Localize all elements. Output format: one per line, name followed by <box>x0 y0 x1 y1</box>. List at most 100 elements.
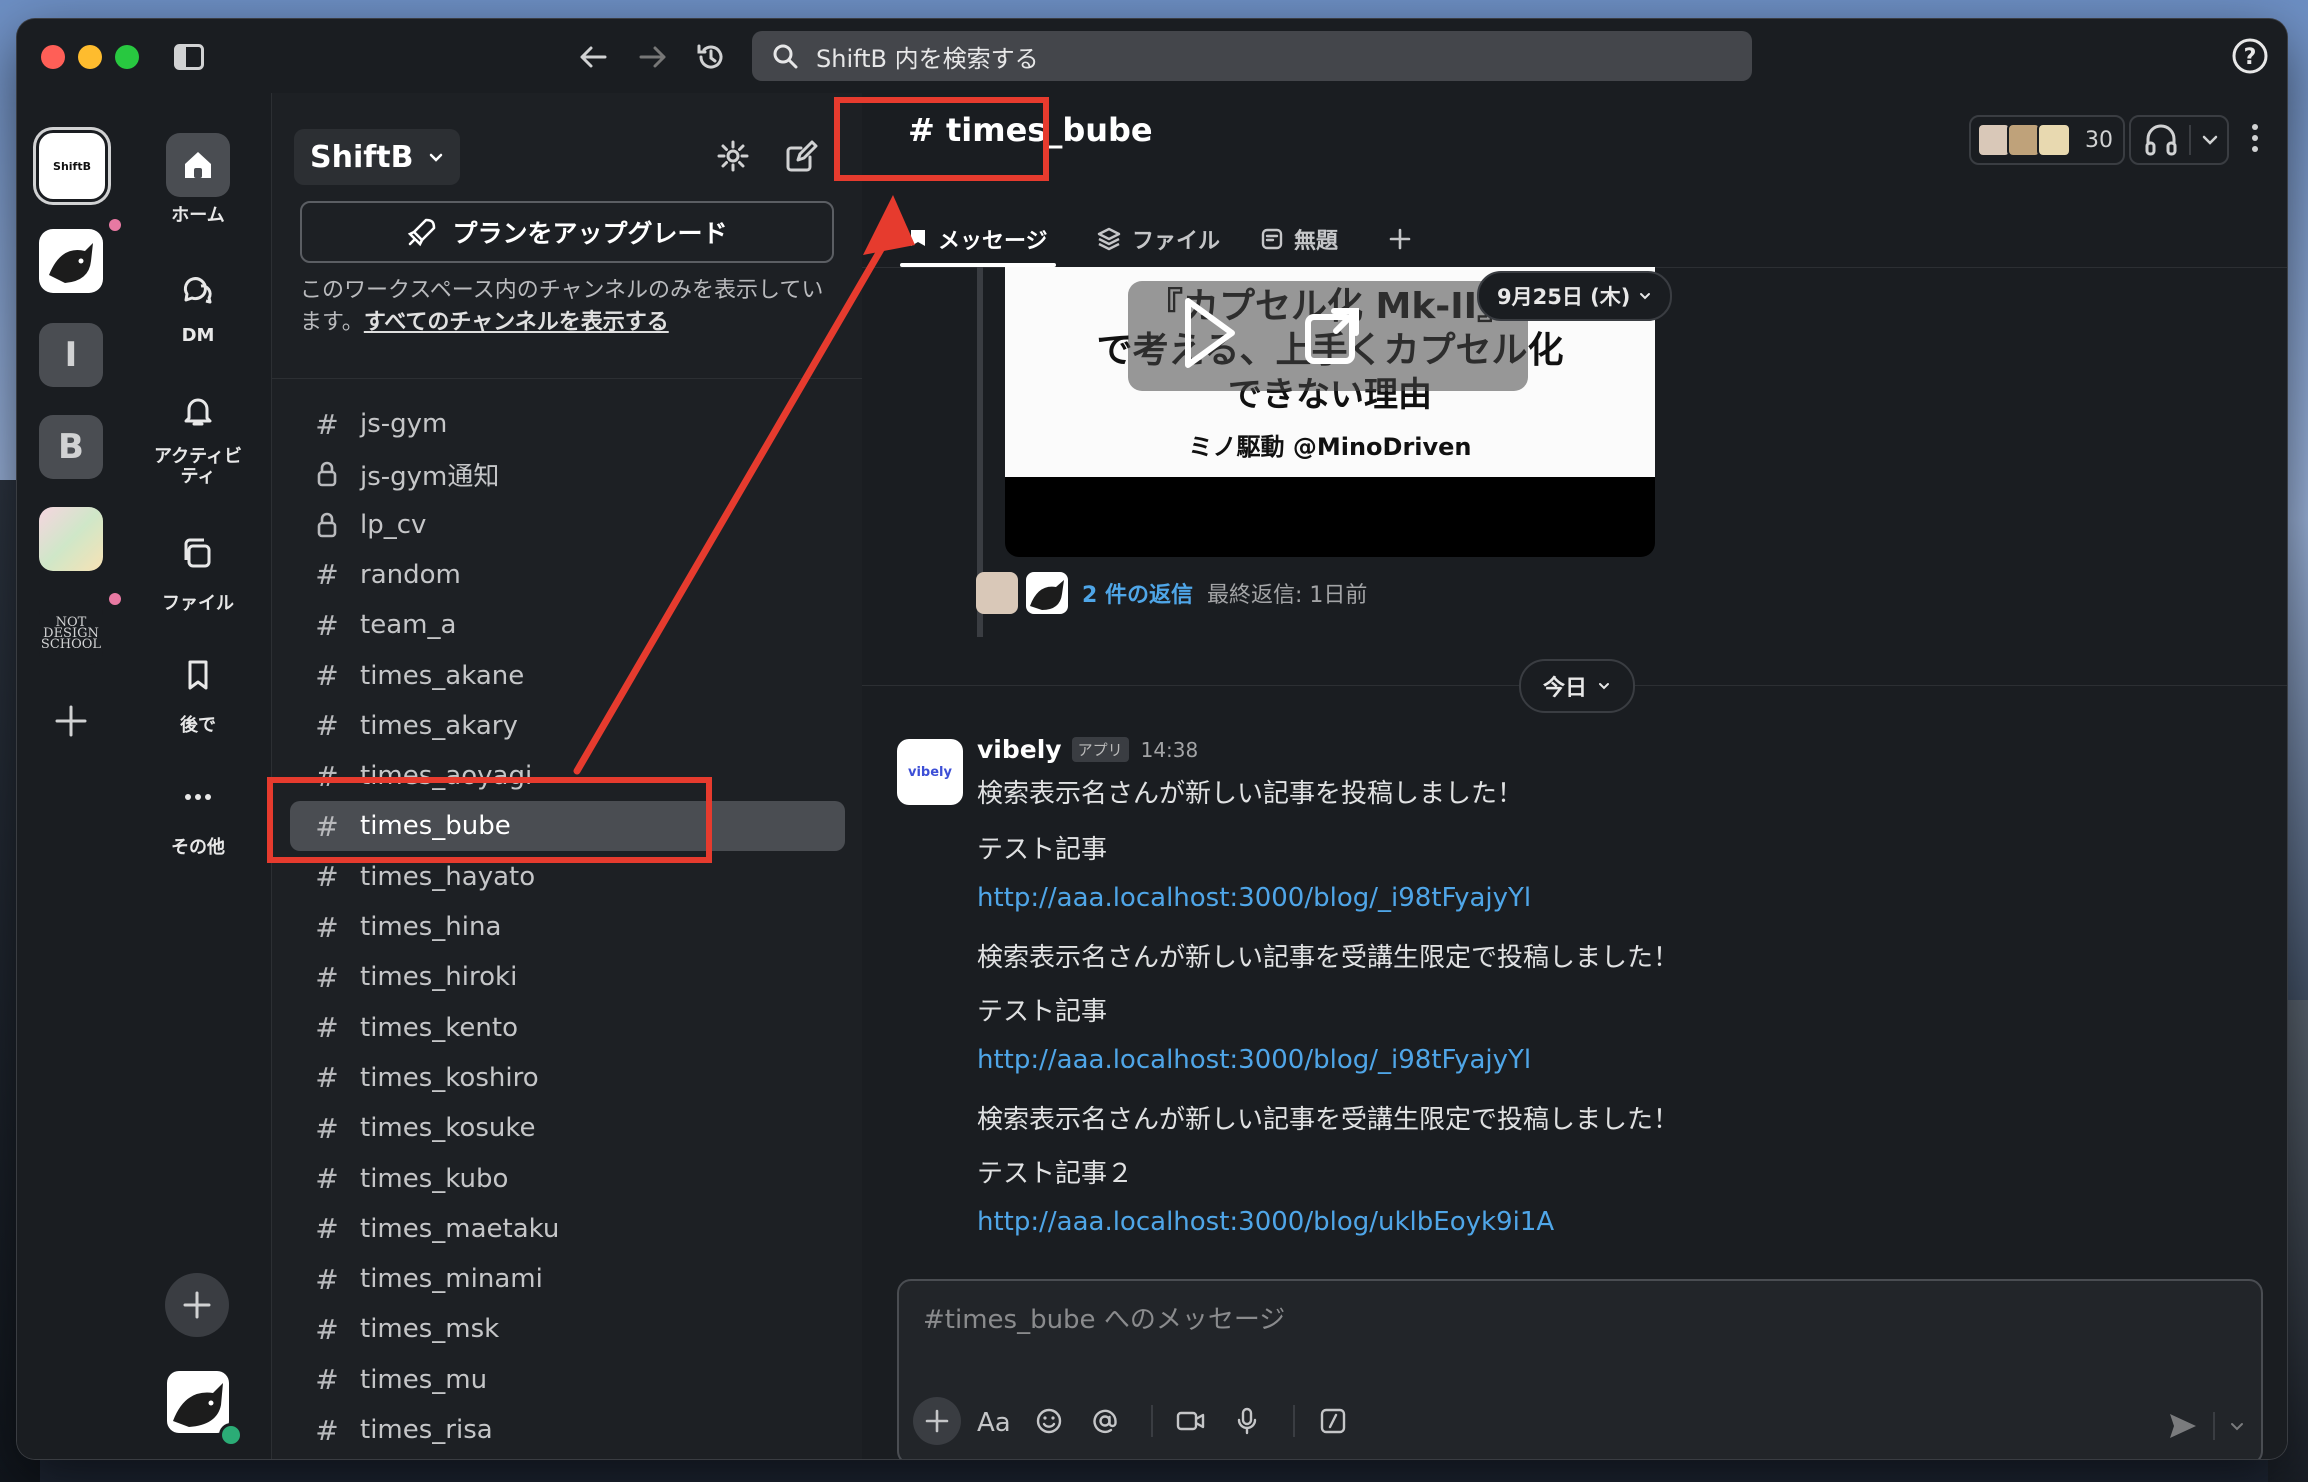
create-new-button[interactable] <box>165 1273 229 1337</box>
forward-arrow-icon[interactable] <box>631 35 675 79</box>
message-time[interactable]: 14:38 <box>1141 738 1199 762</box>
play-icon <box>1185 298 1359 368</box>
channel-more-kebab-icon[interactable] <box>2235 115 2275 161</box>
workspace-not-design-school[interactable]: NOT DESIGN SCHOOL <box>39 601 103 665</box>
close-window-button[interactable] <box>41 45 65 69</box>
tab-canvas-label: 無題 <box>1294 229 1339 254</box>
files-icon <box>166 521 230 585</box>
settings-gear-icon[interactable] <box>710 133 756 179</box>
nav-later[interactable]: 後で <box>125 643 271 737</box>
workspace-shiftb[interactable]: ShiftB <box>39 133 105 199</box>
headphones-icon <box>2145 124 2177 156</box>
sidebar-channel-item[interactable]: # times_akane <box>290 651 845 701</box>
bell-icon <box>166 379 230 443</box>
video-clip-icon[interactable] <box>1167 1397 1215 1445</box>
sidebar-channel-item[interactable]: # times_akary <box>290 701 845 751</box>
hash-icon: # <box>315 860 339 894</box>
tab-files[interactable]: ファイル <box>1096 211 1220 267</box>
video-play-overlay[interactable] <box>1128 281 1528 391</box>
tab-messages[interactable]: メッセージ <box>900 211 1056 267</box>
svg-text:Aa: Aa <box>977 1408 1011 1435</box>
workspace-b[interactable]: B <box>39 415 103 479</box>
sidebar-toggle-icon[interactable] <box>167 35 211 79</box>
channel-name: times_hina <box>360 912 502 942</box>
workspace-cat-avatar[interactable] <box>39 229 103 293</box>
search-icon <box>772 41 802 71</box>
nav-dm[interactable]: DM <box>125 257 271 346</box>
hash-icon: # <box>315 1413 339 1447</box>
channel-name: times_mu <box>360 1364 488 1395</box>
message-author[interactable]: vibely <box>977 735 1062 764</box>
sidebar-channel-item[interactable]: # js-gym <box>290 399 845 449</box>
sidebar-channel-item[interactable]: js-gym通知 <box>290 449 845 499</box>
member-list-button[interactable]: 30 <box>1969 115 2125 165</box>
workspace-i[interactable]: I <box>39 323 103 387</box>
channel-name: times_risa <box>360 1415 493 1445</box>
sidebar-channel-item[interactable]: # times_kento <box>290 1003 845 1053</box>
reply-count-link[interactable]: 2 件の返信 <box>1082 577 1193 609</box>
nav-files[interactable]: ファイル <box>125 521 271 615</box>
sidebar-channel-item[interactable]: # times_kosuke <box>290 1103 845 1153</box>
minimize-window-button[interactable] <box>78 45 102 69</box>
nav-activity-label: アクティビティ <box>153 446 243 487</box>
back-arrow-icon[interactable] <box>571 35 615 79</box>
sidebar-channel-item[interactable]: # times_hina <box>290 902 845 952</box>
nav-activity[interactable]: アクティビティ <box>125 379 271 487</box>
sidebar-channel-item[interactable]: # times_koshiro <box>290 1053 845 1103</box>
compose-icon[interactable] <box>778 133 824 179</box>
help-icon[interactable]: ? <box>2231 37 2269 75</box>
sidebar-channel-item[interactable]: # times_risa <box>290 1405 845 1455</box>
message-composer[interactable]: #times_bube へのメッセージ Aa <box>897 1279 2263 1459</box>
title-bar: ShiftB 内を検索する ? <box>17 19 2287 93</box>
sidebar-channel-item[interactable]: # times_msk <box>290 1304 845 1354</box>
sidebar-channel-item[interactable]: # times_hiroki <box>290 952 845 1002</box>
history-icon[interactable] <box>689 35 733 79</box>
nav-more[interactable]: その他 <box>125 765 271 859</box>
attach-plus-icon[interactable] <box>913 1397 961 1445</box>
nav-home[interactable]: ホーム <box>125 133 271 227</box>
search-bar[interactable]: ShiftB 内を検索する <box>752 31 1752 81</box>
huddle-button[interactable] <box>2129 115 2229 165</box>
vibely-app-avatar[interactable]: vibely <box>897 739 963 805</box>
user-avatar[interactable] <box>167 1371 229 1433</box>
channel-name: times_kosuke <box>360 1113 536 1144</box>
composer-placeholder: #times_bube へのメッセージ <box>923 1305 1286 1335</box>
upgrade-plan-button[interactable]: プランをアップグレード <box>300 201 834 263</box>
channel-name: random <box>360 559 461 590</box>
sidebar-channel-item[interactable]: # times_kubo <box>290 1154 845 1204</box>
microphone-icon[interactable] <box>1223 1397 1271 1445</box>
add-tab-button[interactable] <box>1388 211 1422 267</box>
show-all-channels-link[interactable]: すべてのチャンネルを表示する <box>364 310 669 335</box>
hash-icon: # <box>315 659 339 692</box>
sidebar-channel-item[interactable]: # random <box>290 550 845 600</box>
sidebar-channel-item[interactable]: # times_mu <box>290 1355 845 1405</box>
primary-nav: ホーム DM アクティビティ ファイル 後で その他 <box>125 93 271 1459</box>
add-workspace-icon[interactable] <box>53 703 89 739</box>
chevron-down-icon[interactable] <box>2201 131 2219 149</box>
format-text-icon[interactable]: Aa <box>969 1397 1017 1445</box>
send-icon[interactable] <box>2167 1411 2199 1441</box>
tab-canvas[interactable]: 無題 <box>1260 211 1338 267</box>
hash-icon: # <box>315 1061 339 1095</box>
sidebar-channel-item[interactable]: lp_cv <box>290 500 845 550</box>
sidebar-channel-item[interactable]: # times_maetaku <box>290 1204 845 1254</box>
emoji-icon[interactable] <box>1025 1397 1073 1445</box>
video-author: ミノ駆動 @MinoDriven <box>1188 433 1472 461</box>
shortcut-slash-icon[interactable] <box>1309 1397 1357 1445</box>
today-divider-pill[interactable]: 今日 <box>1519 659 1636 713</box>
workspace-rail: ShiftB I B NOT DESIGN SCHOOL <box>17 93 125 1459</box>
zoom-window-button[interactable] <box>115 45 139 69</box>
chevron-down-icon[interactable] <box>2229 1418 2245 1434</box>
workspace-illustration[interactable] <box>39 507 103 571</box>
sidebar-channel-item[interactable]: # times_minami <box>290 1254 845 1304</box>
date-divider-pill[interactable]: 9月25日 (木) <box>1477 271 1673 321</box>
message-link[interactable]: http://aaa.localhost:3000/blog/_i98tFyaj… <box>977 1045 1531 1075</box>
message-link[interactable]: http://aaa.localhost:3000/blog/uklbEoyk9… <box>977 1207 1554 1237</box>
message-link[interactable]: http://aaa.localhost:3000/blog/_i98tFyaj… <box>977 883 1531 913</box>
sidebar-channel-item[interactable]: # team_a <box>290 600 845 650</box>
mention-icon[interactable] <box>1081 1397 1129 1445</box>
thread-replies[interactable]: 2 件の返信 最終返信: 1日前 <box>976 571 1367 615</box>
channel-name: times_koshiro <box>360 1062 539 1093</box>
workspace-menu-button[interactable]: ShiftB <box>294 129 460 185</box>
workspace-shiftb-label: ShiftB <box>53 159 91 173</box>
